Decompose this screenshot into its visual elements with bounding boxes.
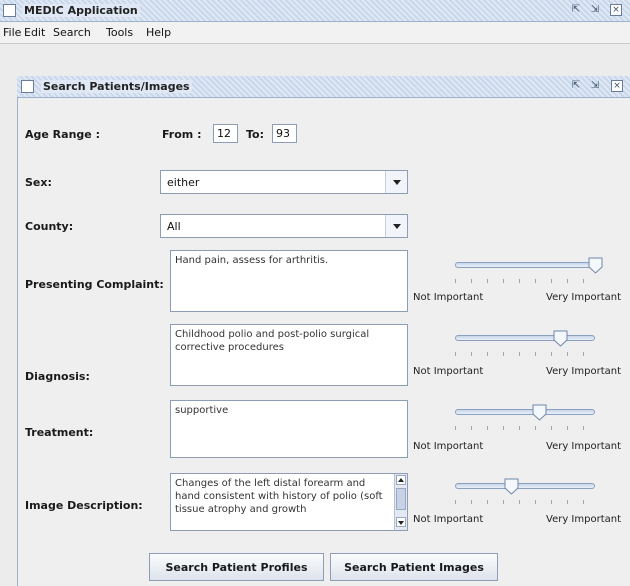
inner-maximize-icon[interactable]: ⇲: [589, 80, 601, 92]
image-description-text[interactable]: Changes of the left distal forearm and h…: [170, 473, 408, 531]
slider-track[interactable]: [455, 335, 595, 341]
close-icon[interactable]: ×: [610, 4, 622, 16]
slider-ticks: [455, 426, 596, 430]
menu-search[interactable]: Search: [53, 26, 91, 39]
age-from-input[interactable]: [213, 124, 238, 143]
diagnosis-label: Diagnosis:: [25, 370, 90, 383]
scroll-up-icon[interactable]: [396, 475, 406, 485]
restore-icon[interactable]: ⇱: [570, 4, 582, 16]
menu-bar: File Edit Search Tools Help: [0, 22, 630, 44]
window-menu-icon[interactable]: [3, 4, 16, 17]
age-to-input[interactable]: [272, 124, 297, 143]
slider-ticks: [455, 352, 596, 356]
sex-value: either: [167, 176, 200, 189]
slider-track[interactable]: [455, 483, 595, 489]
image-description-label: Image Description:: [25, 499, 143, 512]
not-important-label: Not Important: [413, 514, 484, 525]
menu-file[interactable]: File: [3, 26, 21, 39]
app-title: MEDIC Application: [22, 4, 140, 17]
slider-thumb[interactable]: [553, 330, 568, 347]
presenting-complaint-text[interactable]: Hand pain, assess for arthritis.: [170, 250, 408, 312]
slider-ticks: [455, 279, 596, 283]
inner-close-icon[interactable]: ×: [611, 80, 623, 92]
scroll-thumb[interactable]: [396, 488, 406, 510]
slider-thumb[interactable]: [504, 478, 519, 495]
county-value: All: [167, 220, 181, 233]
app-title-bar[interactable]: MEDIC Application ⇱ ⇲ ×: [0, 0, 630, 22]
chevron-down-icon[interactable]: [385, 215, 407, 237]
maximize-icon[interactable]: ⇲: [589, 4, 601, 16]
treatment-label: Treatment:: [25, 426, 94, 439]
chevron-down-icon[interactable]: [385, 171, 407, 193]
county-label: County:: [25, 220, 74, 233]
search-patient-images-button[interactable]: Search Patient Images: [330, 553, 498, 581]
treatment-text[interactable]: supportive: [170, 400, 408, 458]
scroll-down-icon[interactable]: [396, 517, 406, 527]
sex-dropdown[interactable]: either: [160, 170, 408, 194]
slider-ticks: [455, 500, 596, 504]
presenting-complaint-label: Presenting Complaint:: [25, 278, 164, 291]
not-important-label: Not Important: [413, 292, 484, 303]
not-important-label: Not Important: [413, 441, 484, 452]
age-range-label: Age Range :: [25, 128, 100, 141]
search-patient-profiles-button[interactable]: Search Patient Profiles: [149, 553, 324, 581]
very-important-label: Very Important: [546, 441, 621, 452]
image-description-scrollbar[interactable]: [394, 474, 407, 530]
inner-window-menu-icon[interactable]: [21, 80, 34, 93]
county-dropdown[interactable]: All: [160, 214, 408, 238]
from-label: From :: [162, 128, 202, 141]
very-important-label: Very Important: [546, 292, 621, 303]
very-important-label: Very Important: [546, 366, 621, 377]
sex-label: Sex:: [25, 176, 52, 189]
diagnosis-text[interactable]: Childhood polio and post-polio surgical …: [170, 324, 408, 386]
menu-help[interactable]: Help: [146, 26, 171, 39]
slider-thumb[interactable]: [588, 257, 603, 274]
inner-restore-icon[interactable]: ⇱: [570, 80, 582, 92]
slider-thumb[interactable]: [532, 404, 547, 421]
search-window-title: Search Patients/Images: [41, 80, 192, 93]
not-important-label: Not Important: [413, 366, 484, 377]
very-important-label: Very Important: [546, 514, 621, 525]
search-window-title-bar[interactable]: Search Patients/Images ⇱ ⇲ ×: [17, 76, 630, 98]
slider-track[interactable]: [455, 262, 595, 268]
menu-edit[interactable]: Edit: [24, 26, 45, 39]
menu-tools[interactable]: Tools: [106, 26, 133, 39]
to-label: To:: [246, 128, 264, 141]
slider-track[interactable]: [455, 409, 595, 415]
